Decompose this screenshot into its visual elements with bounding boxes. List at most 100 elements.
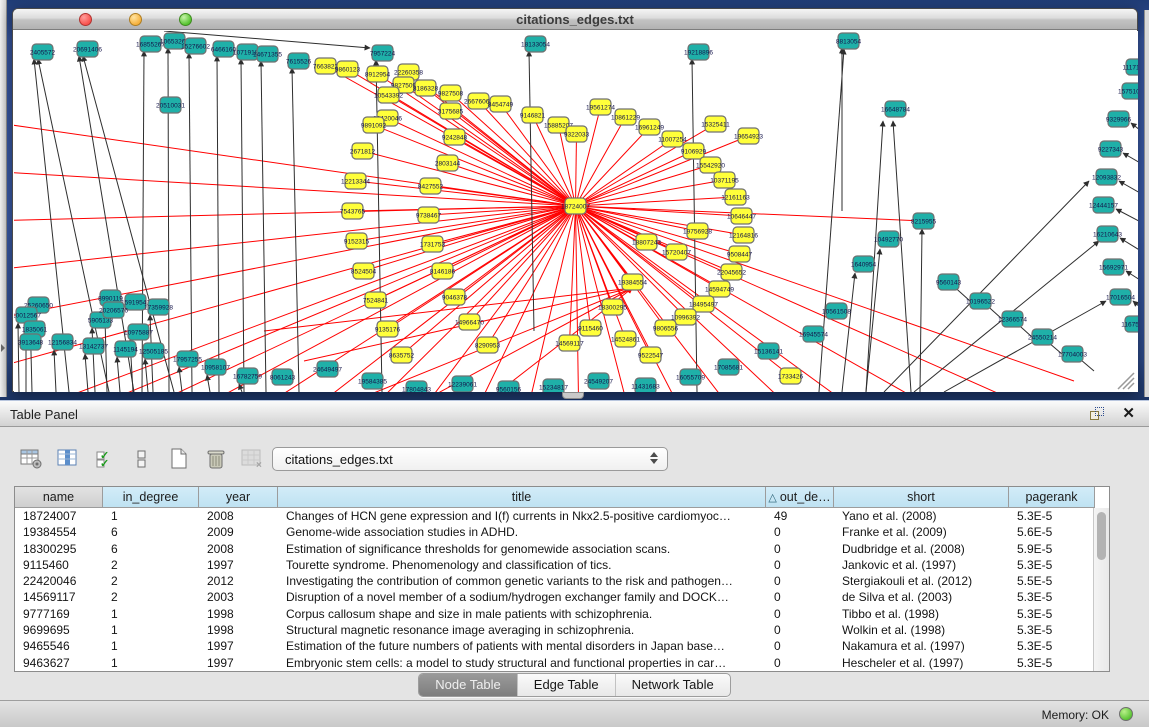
graph-edge[interactable] xyxy=(217,56,219,392)
graph-node[interactable]: 19218896 xyxy=(684,44,713,60)
graph-edge[interactable] xyxy=(363,151,576,206)
graph-node[interactable]: 9738467 xyxy=(416,207,442,223)
graph-edge[interactable] xyxy=(451,93,576,206)
graph-edge[interactable] xyxy=(356,181,576,206)
graph-edge[interactable] xyxy=(364,206,576,271)
graph-edge[interactable] xyxy=(1116,209,1138,229)
graph-node[interactable]: 2803144 xyxy=(435,155,461,171)
column-header-title[interactable]: title xyxy=(278,487,766,508)
table-row[interactable]: 2242004622012Investigating the contribut… xyxy=(15,573,1093,589)
graph-node[interactable]: 9508447 xyxy=(727,246,753,262)
graph-node[interactable]: 15234817 xyxy=(539,379,568,392)
table-row[interactable]: 946362711997Embryonic stem cells: a mode… xyxy=(15,655,1093,671)
graph-node[interactable]: 18300295 xyxy=(598,299,627,315)
graph-node[interactable]: 12505185 xyxy=(139,343,168,359)
graph-node[interactable]: 10561508 xyxy=(822,303,851,319)
graph-node[interactable]: 12156834 xyxy=(48,334,77,350)
graph-node[interactable]: 9322033 xyxy=(564,126,590,142)
network-canvas[interactable]: 1872400776638229860123891295422260358982… xyxy=(14,31,1138,392)
graph-node[interactable]: 20691406 xyxy=(73,41,102,57)
graph-node[interactable]: 15751074 xyxy=(1118,83,1138,99)
graph-node[interactable]: 1731753 xyxy=(420,236,446,252)
graph-node[interactable]: 14524861 xyxy=(611,331,640,347)
graph-edge[interactable] xyxy=(117,357,120,392)
graph-edge[interactable] xyxy=(18,323,19,392)
table-mode-button[interactable] xyxy=(14,444,48,474)
graph-node[interactable]: 8813054 xyxy=(836,33,862,49)
graph-node[interactable]: 8524504 xyxy=(351,263,377,279)
graph-node[interactable]: 20510031 xyxy=(156,97,185,113)
graph-edge[interactable] xyxy=(14,206,576,321)
graph-node[interactable]: 12213344 xyxy=(341,173,370,189)
graph-edge[interactable] xyxy=(1131,123,1138,141)
table-row[interactable]: 911546021997Tourette syndrome. Phenomeno… xyxy=(15,557,1093,573)
graph-node[interactable]: 11675345 xyxy=(1121,316,1138,332)
table-selector-dropdown[interactable]: citations_edges.txt xyxy=(272,447,668,471)
graph-node[interactable]: 24549207 xyxy=(584,373,613,389)
table-row[interactable]: 977716911998Corpus callosum shape and si… xyxy=(15,606,1093,622)
graph-node[interactable]: 9046378 xyxy=(442,289,468,305)
graph-node[interactable]: 9115460 xyxy=(578,320,603,336)
graph-edge[interactable] xyxy=(576,151,694,206)
tab-network-table[interactable]: Network Table xyxy=(616,674,730,696)
graph-node[interactable]: 16782759 xyxy=(233,368,262,384)
table-row[interactable]: 1938455462009Genome-wide association stu… xyxy=(15,524,1093,540)
graph-node[interactable]: 15720407 xyxy=(662,244,691,260)
column-header-in_degree[interactable]: in_degree xyxy=(103,487,199,508)
graph-node[interactable]: 8290953 xyxy=(475,337,501,353)
graph-node[interactable]: 11171654 xyxy=(1123,59,1138,75)
graph-node[interactable]: 8454749 xyxy=(488,96,514,112)
column-header-short[interactable]: short xyxy=(834,487,1009,508)
graph-node[interactable]: 12366574 xyxy=(998,311,1027,327)
graph-edge[interactable] xyxy=(414,206,576,392)
graph-node[interactable]: 8186328 xyxy=(413,80,439,96)
graph-node[interactable]: 9242848 xyxy=(442,129,468,145)
graph-node[interactable]: 10975887 xyxy=(124,324,153,340)
graph-edge[interactable] xyxy=(241,59,244,392)
graph-node[interactable]: 9135176 xyxy=(375,321,401,337)
graph-edge[interactable] xyxy=(1120,238,1138,259)
graph-node[interactable]: 22045652 xyxy=(717,264,746,280)
graph-edge[interactable] xyxy=(576,206,686,317)
column-header-out_de[interactable]: △out_de… xyxy=(766,487,834,508)
graph-node[interactable]: 9806556 xyxy=(653,320,679,336)
graph-node[interactable]: 8146186 xyxy=(430,263,456,279)
column-header-pagerank[interactable]: pagerank xyxy=(1009,487,1095,508)
graph-node[interactable]: 9860123 xyxy=(335,61,361,77)
graph-node[interactable]: 9560143 xyxy=(936,274,962,290)
graph-node[interactable]: 10543392 xyxy=(374,87,403,103)
graph-node[interactable]: 9152315 xyxy=(344,233,370,249)
graph-node[interactable]: 16055709 xyxy=(676,369,705,385)
graph-node[interactable]: 19561274 xyxy=(586,99,615,115)
graph-edge[interactable] xyxy=(142,51,144,392)
column-header-name[interactable]: name xyxy=(15,487,103,508)
resize-grip-icon[interactable] xyxy=(1123,378,1134,389)
expand-panel-arrow-icon[interactable] xyxy=(1,344,5,352)
graph-node[interactable]: 9827508 xyxy=(438,85,464,101)
graph-node[interactable]: 9891092 xyxy=(361,117,387,133)
graph-node[interactable]: 8061243 xyxy=(270,369,296,385)
splitter-handle[interactable] xyxy=(562,392,584,399)
graph-node[interactable]: 12164816 xyxy=(729,227,758,243)
graph-node[interactable]: 7543765 xyxy=(340,203,366,219)
graph-edge[interactable] xyxy=(189,53,192,392)
graph-node[interactable]: 10196522 xyxy=(966,293,995,309)
graph-edge[interactable] xyxy=(1119,181,1138,201)
graph-node[interactable]: 18133054 xyxy=(521,36,550,52)
delete-columns-button[interactable] xyxy=(199,444,233,474)
graph-edge[interactable] xyxy=(54,350,56,392)
graph-node[interactable]: 15692971 xyxy=(1099,259,1128,275)
graph-node[interactable]: 3175685 xyxy=(438,103,464,119)
graph-node[interactable]: 14671355 xyxy=(253,46,282,62)
graph-node[interactable]: 16961249 xyxy=(635,119,664,135)
graph-node[interactable]: 24550214 xyxy=(1028,329,1057,345)
graph-edge[interactable] xyxy=(261,61,266,392)
graph-edge[interactable] xyxy=(105,318,107,392)
graph-node[interactable]: 15136141 xyxy=(754,343,783,359)
graph-node[interactable]: 17359928 xyxy=(144,299,173,315)
graph-node[interactable]: 16648784 xyxy=(881,101,910,117)
graph-node[interactable]: 10371195 xyxy=(710,172,739,188)
graph-node[interactable]: 10492770 xyxy=(874,231,903,247)
graph-node[interactable]: 9227343 xyxy=(1098,141,1124,157)
collapsed-control-panel[interactable] xyxy=(0,0,7,397)
